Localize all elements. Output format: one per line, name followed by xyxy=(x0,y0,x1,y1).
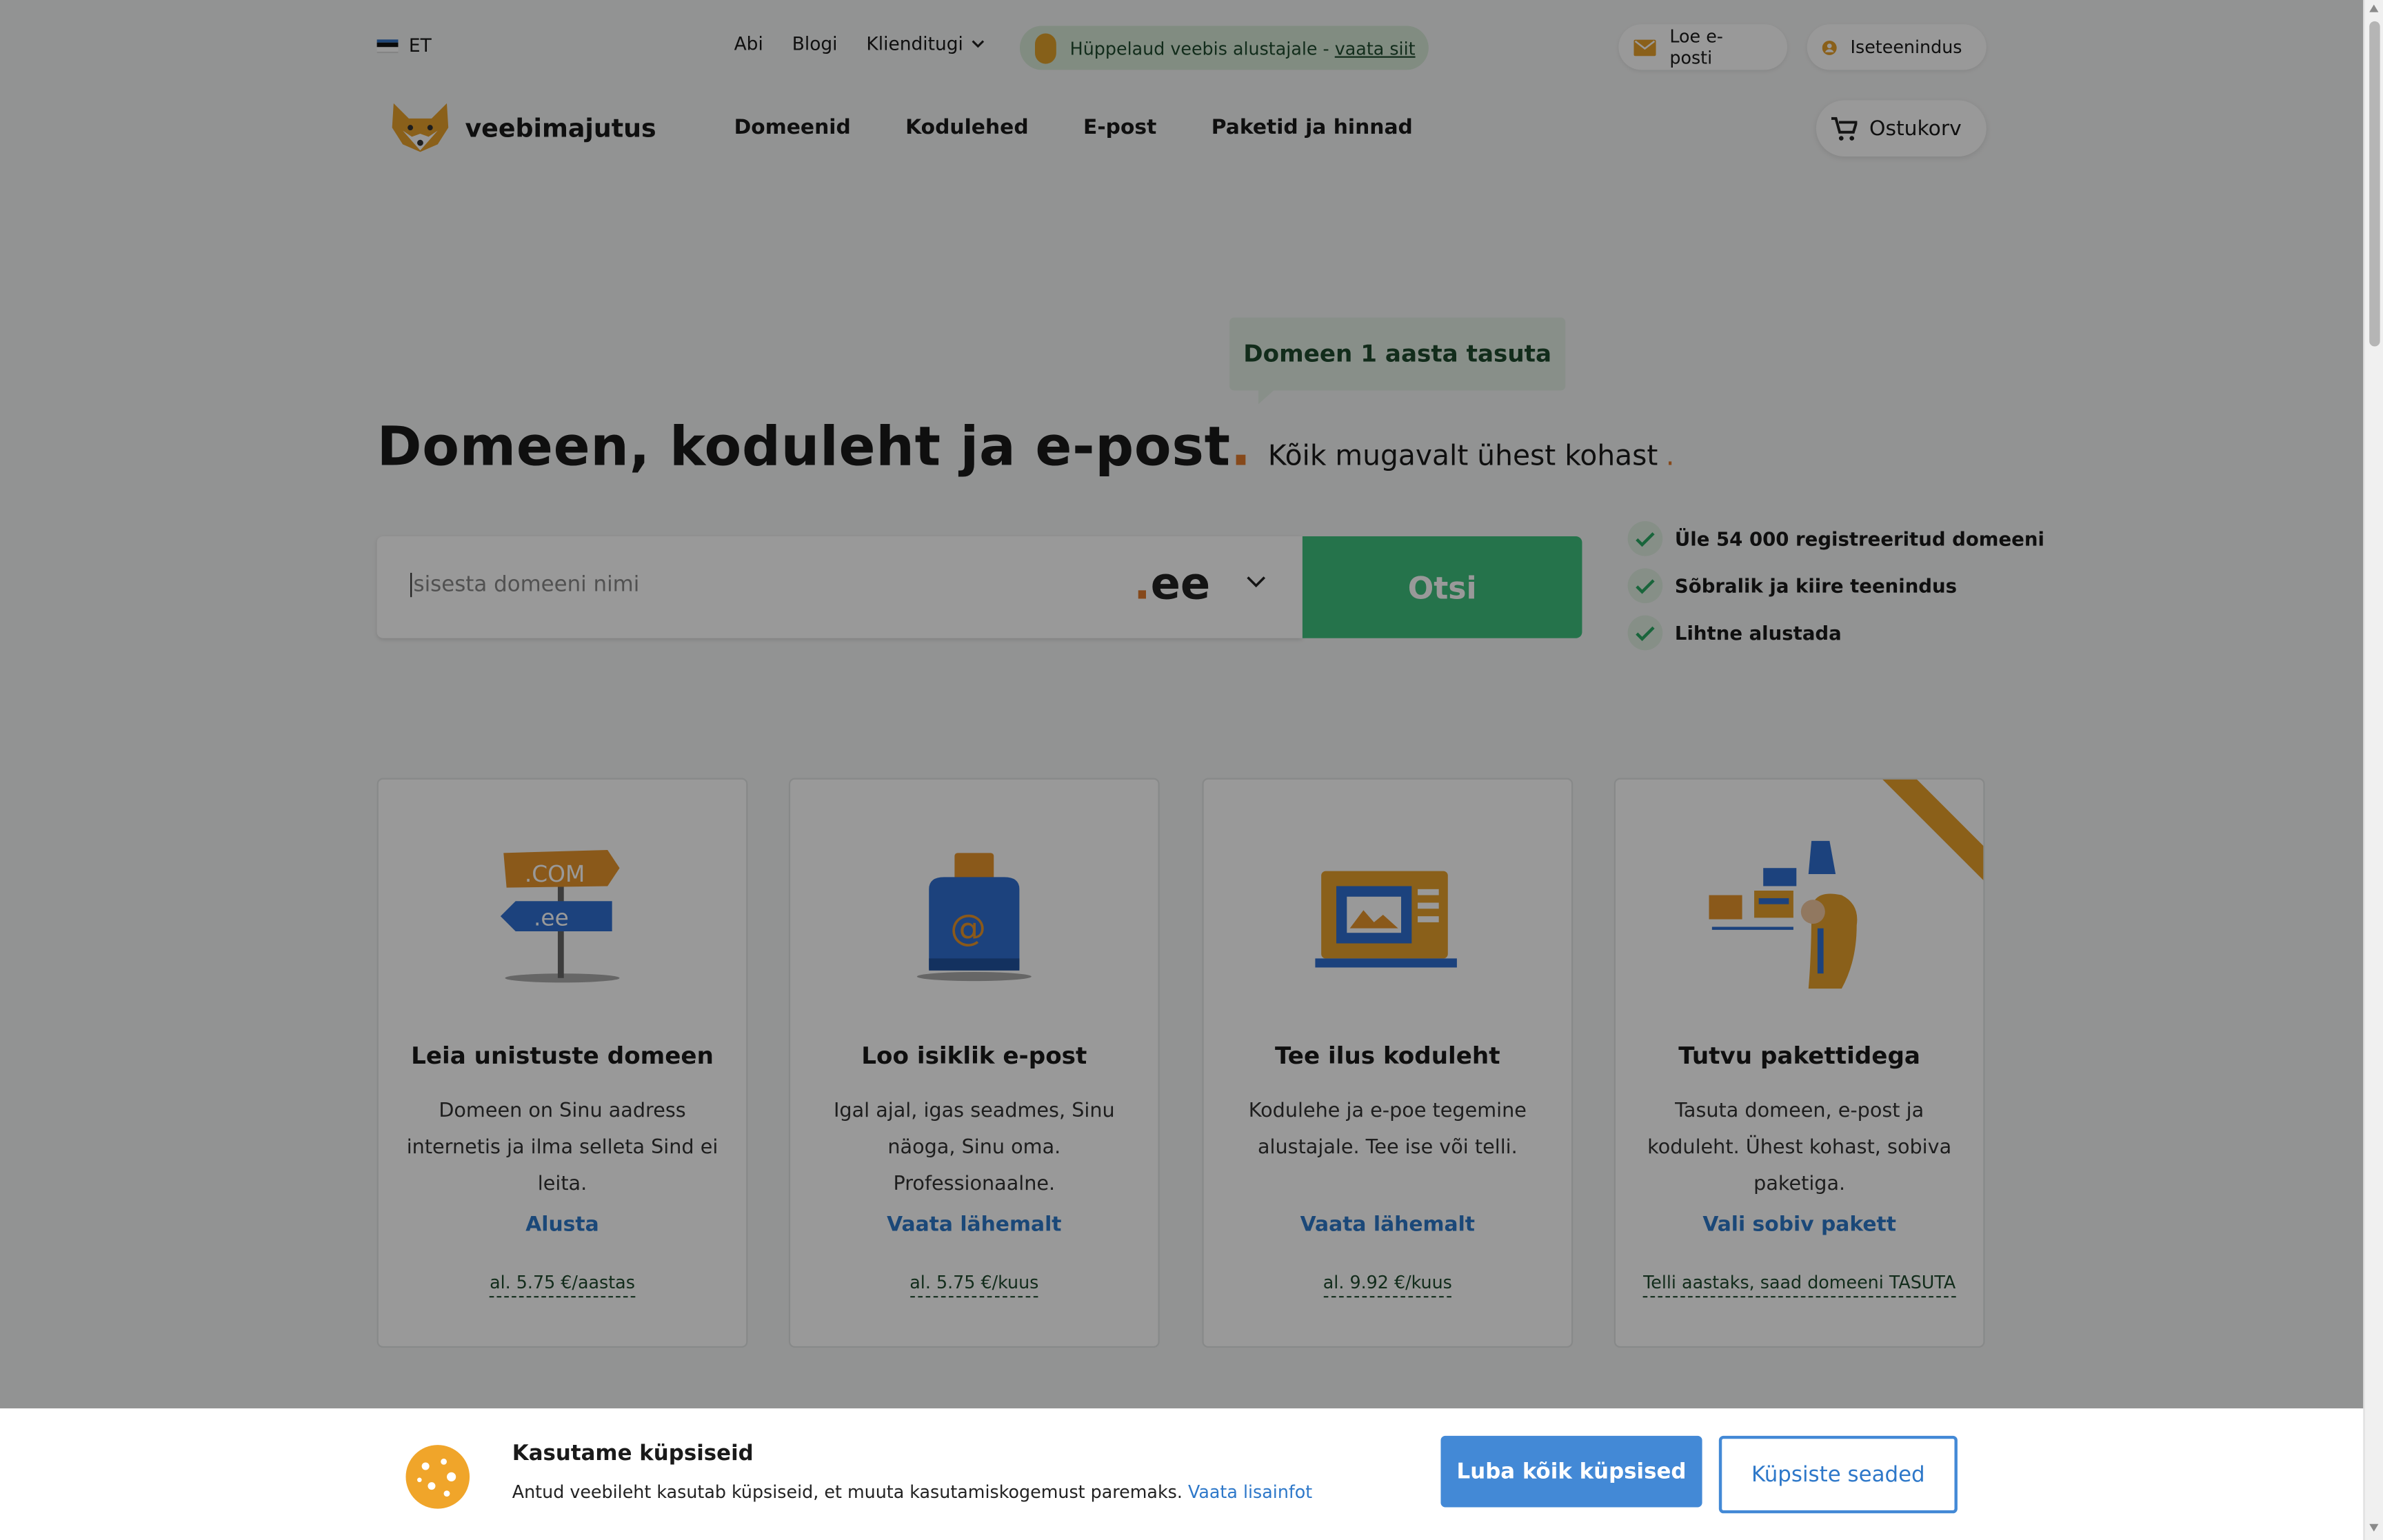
cookie-overlay xyxy=(0,0,2364,1409)
screen: ET Abi Blogi Klienditugi Hüppelaud veebi… xyxy=(0,0,2383,1540)
page: ET Abi Blogi Klienditugi Hüppelaud veebi… xyxy=(0,0,2364,1540)
scroll-down-arrow-icon[interactable] xyxy=(2369,1523,2379,1532)
scrollbar-thumb[interactable] xyxy=(2369,21,2380,347)
cookie-settings-button[interactable]: Küpsiste seaded xyxy=(1718,1435,1958,1514)
scrollbar[interactable] xyxy=(2363,0,2383,1540)
scroll-up-arrow-icon[interactable] xyxy=(2369,4,2379,12)
cookie-icon xyxy=(405,1445,470,1509)
cookie-description: Antud veebileht kasutab küpsiseid, et mu… xyxy=(512,1481,1188,1503)
cookie-text: Antud veebileht kasutab küpsiseid, et mu… xyxy=(512,1481,1312,1503)
cookie-title: Kasutame küpsiseid xyxy=(512,1441,754,1466)
cookie-banner: Kasutame küpsiseid Antud veebileht kasut… xyxy=(0,1408,2364,1540)
cookie-more-link[interactable]: Vaata lisainfot xyxy=(1188,1481,1312,1503)
accept-cookies-button[interactable]: Luba kõik küpsised xyxy=(1440,1435,1702,1508)
